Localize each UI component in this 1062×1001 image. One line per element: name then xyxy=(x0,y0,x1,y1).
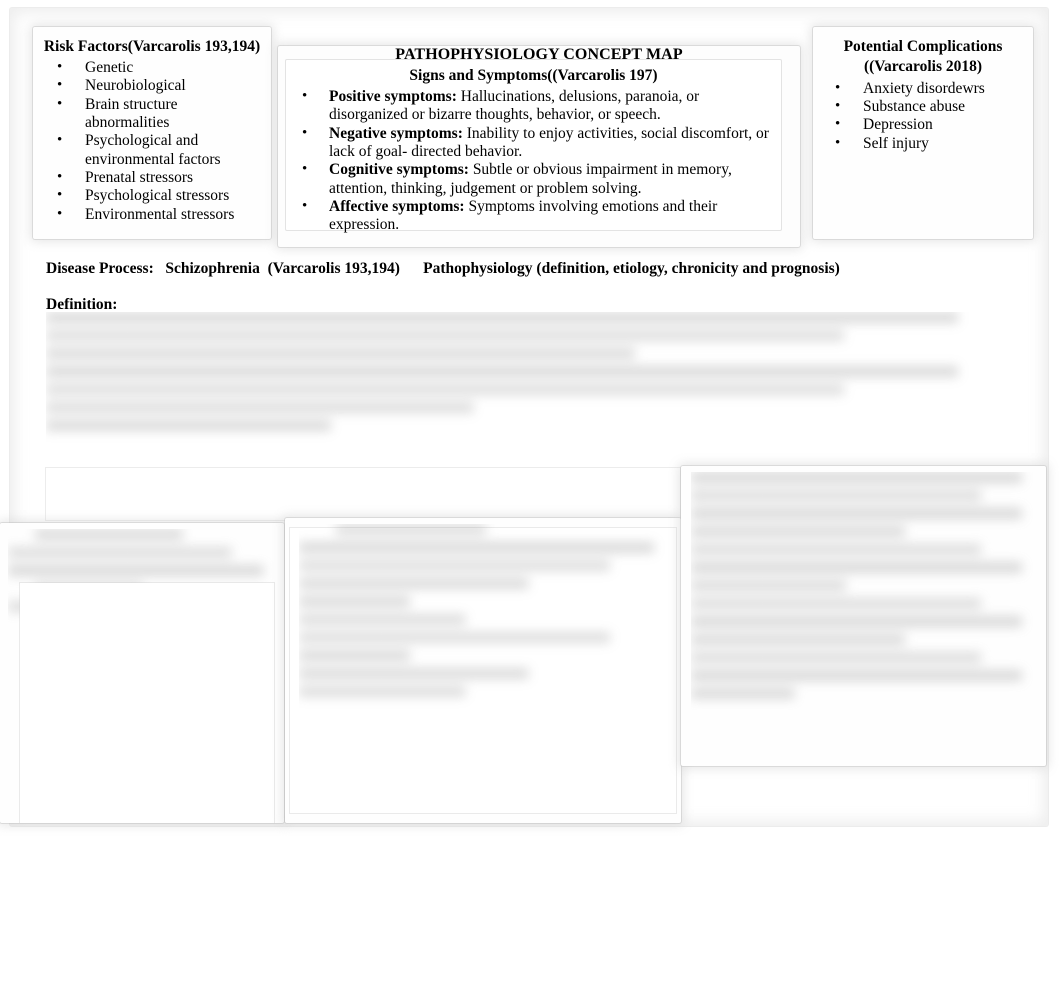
bullet-icon: • xyxy=(835,79,841,96)
list-item-label: Affective symptoms: Symptoms involving e… xyxy=(329,198,775,235)
symptom-category-label: Positive symptoms: xyxy=(329,87,457,105)
redacted-text-block xyxy=(46,312,996,460)
list-item-label: Brain structure abnormalities xyxy=(85,95,178,131)
list-item-label: Substance abuse xyxy=(863,98,966,116)
list-item: • Environmental stressors xyxy=(39,206,265,224)
bullet-icon: • xyxy=(302,124,308,141)
definition-gap-panel xyxy=(46,468,680,520)
bullet-icon: • xyxy=(57,58,63,75)
lower-center-redacted xyxy=(299,524,669,742)
potential-complications-title-line2: ((Varcarolis 2018) xyxy=(863,57,983,75)
list-item-label: Self injury xyxy=(863,134,929,152)
bullet-icon: • xyxy=(57,205,63,222)
lower-right-box xyxy=(681,466,1046,766)
list-item-label: Neurobiological xyxy=(85,77,186,95)
list-item-label: Psychological and environmental factors xyxy=(85,132,221,168)
redacted-text-block xyxy=(691,472,1036,757)
list-item: • Psychological and environmental factor… xyxy=(39,132,265,169)
lower-left-box xyxy=(0,523,284,823)
list-item: • Cognitive symptoms: Subtle or obvious … xyxy=(292,161,775,198)
potential-complications-box: Potential Complications ((Varcarolis 201… xyxy=(813,27,1033,239)
disease-process-header: Disease Process: Schizophrenia (Varcarol… xyxy=(46,260,840,277)
bullet-icon: • xyxy=(302,87,308,104)
list-item: • Substance abuse xyxy=(817,98,1029,116)
list-item: • Prenatal stressors xyxy=(39,169,265,187)
list-item-label: Negative symptoms: Inability to enjoy ac… xyxy=(329,125,775,162)
list-item: • Self injury xyxy=(817,135,1029,153)
lower-center-box xyxy=(285,518,681,823)
symptom-category-label: Cognitive symptoms: xyxy=(329,161,469,179)
list-item-label: Genetic xyxy=(85,58,134,76)
bullet-icon: • xyxy=(302,161,308,178)
list-item-label: Anxiety disordewrs xyxy=(863,79,985,97)
list-item: • Genetic xyxy=(39,59,265,77)
list-item-label: Psychological stressors xyxy=(85,187,230,205)
symptom-category-label: Negative symptoms: xyxy=(329,124,463,142)
signs-and-symptoms-list: • Positive symptoms: Hallucinations, del… xyxy=(292,88,775,235)
definition-body-redacted xyxy=(46,312,996,460)
list-item-label: Depression xyxy=(863,116,933,134)
list-item: • Positive symptoms: Hallucinations, del… xyxy=(292,88,775,125)
signs-and-symptoms-inner-panel: Signs and Symptoms((Varcarolis 197) • Po… xyxy=(286,60,781,233)
bullet-icon: • xyxy=(57,77,63,94)
bullet-icon: • xyxy=(302,197,308,214)
signs-and-symptoms-box: Signs and Symptoms((Varcarolis 197) • Po… xyxy=(278,46,800,247)
document-page: Risk Factors(Varcarolis 193,194) • Genet… xyxy=(0,0,1062,1001)
list-item-label: Prenatal stressors xyxy=(85,168,194,186)
potential-complications-list: • Anxiety disordewrs • Substance abuse •… xyxy=(817,80,1029,153)
risk-factors-list: • Genetic • Neurobiological • Brain stru… xyxy=(39,59,265,224)
list-item: • Psychological stressors xyxy=(39,187,265,205)
list-item-label: Environmental stressors xyxy=(85,205,235,223)
potential-complications-title-line1: Potential Complications xyxy=(843,38,1003,55)
signs-and-symptoms-title: Signs and Symptoms((Varcarolis 197) xyxy=(409,67,658,84)
bullet-icon: • xyxy=(835,116,841,133)
bullet-icon: • xyxy=(57,95,63,112)
list-item: • Negative symptoms: Inability to enjoy … xyxy=(292,125,775,162)
page-title: PATHOPHYSIOLOGY CONCEPT MAP xyxy=(395,46,683,63)
bullet-icon: • xyxy=(835,134,841,151)
symptom-category-label: Affective symptoms: xyxy=(329,197,465,215)
list-item: • Depression xyxy=(817,116,1029,134)
list-item: • Brain structure abnormalities xyxy=(39,96,265,133)
bullet-icon: • xyxy=(835,98,841,115)
lower-left-inner-panel xyxy=(20,583,274,823)
list-item-label: Cognitive symptoms: Subtle or obvious im… xyxy=(329,161,775,198)
bullet-icon: • xyxy=(57,132,63,149)
bullet-icon: • xyxy=(57,187,63,204)
list-item: • Neurobiological xyxy=(39,77,265,95)
risk-factors-box: Risk Factors(Varcarolis 193,194) • Genet… xyxy=(33,27,271,239)
risk-factors-title: Risk Factors(Varcarolis 193,194) xyxy=(43,38,261,55)
list-item-label: Positive symptoms: Hallucinations, delus… xyxy=(329,88,775,125)
list-item: • Anxiety disordewrs xyxy=(817,80,1029,98)
lower-right-redacted xyxy=(691,472,1036,757)
list-item: • Affective symptoms: Symptoms involving… xyxy=(292,198,775,235)
bullet-icon: • xyxy=(57,168,63,185)
redacted-text-block xyxy=(299,524,669,742)
